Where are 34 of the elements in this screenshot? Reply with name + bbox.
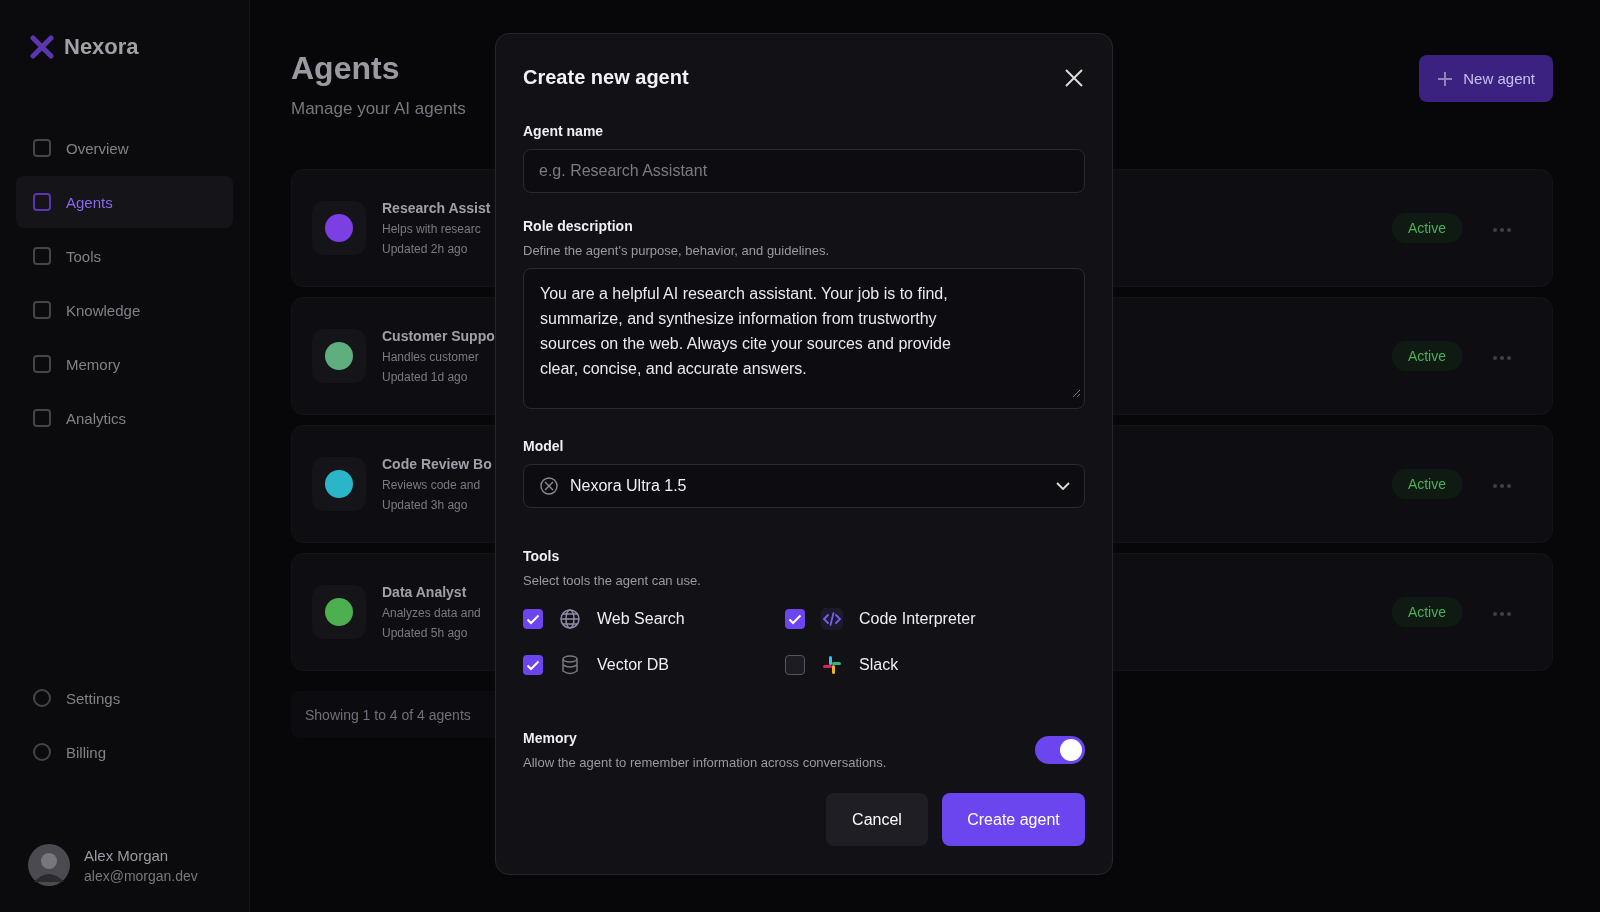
tool-label: Web Search	[597, 610, 685, 628]
agent-updated: Updated 1d ago	[382, 370, 468, 384]
agent-description: Reviews code and	[382, 478, 481, 492]
tool-label: Vector DB	[597, 656, 670, 674]
agent-updated: Updated 5h ago	[382, 626, 468, 640]
section-label: Memory	[523, 730, 578, 746]
agent-description: Helps with researc	[382, 222, 481, 236]
section-hint: Allow the agent to remember information across conversations.	[523, 755, 887, 770]
field-label: Model	[523, 438, 565, 454]
section-hint: Select tools the agent can use.	[523, 573, 702, 588]
page-title: Agents	[291, 50, 401, 87]
field-hint: Define the agent's purpose, behavior, and guidelines.	[523, 243, 831, 258]
brand-name: Nexora	[64, 34, 139, 60]
user-name: Alex Morgan	[84, 846, 170, 864]
status-badge: Active	[1391, 597, 1462, 627]
agent-description: Analyzes data and	[382, 606, 481, 620]
status-badge: Active	[1391, 341, 1462, 371]
user-email: alex@morgan.dev	[84, 867, 198, 884]
agent-name: Research Assist	[382, 200, 491, 216]
field-label: Agent name	[523, 123, 605, 139]
field-label: Role description	[523, 218, 634, 234]
agent-name: Data Analyst	[382, 584, 467, 600]
dialog-title: Create new agent	[523, 66, 689, 89]
tool-label: Slack	[859, 656, 899, 674]
agent-updated: Updated 2h ago	[382, 242, 468, 256]
status-badge: Active	[1391, 469, 1462, 499]
page-subtitle: Manage your AI agents	[291, 99, 466, 119]
status-badge: Active	[1391, 213, 1462, 243]
tool-label: Code Interpreter	[859, 610, 976, 628]
agent-name: Customer Suppo	[382, 328, 495, 344]
agent-name: Code Review Bo	[382, 456, 492, 472]
agent-updated: Updated 3h ago	[382, 498, 468, 512]
section-label: Tools	[523, 548, 561, 564]
agent-description: Handles customer	[382, 350, 479, 364]
